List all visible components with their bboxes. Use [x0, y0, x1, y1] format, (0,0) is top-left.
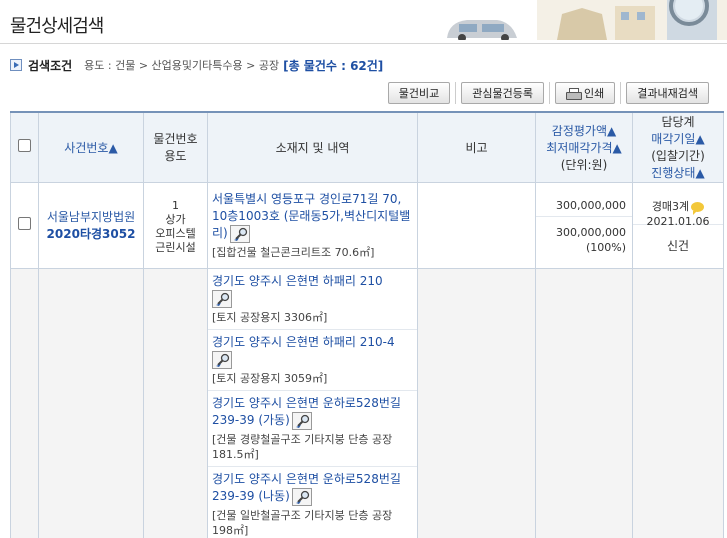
- criteria-label: 검색조건: [28, 58, 73, 73]
- header-select-all: [10, 111, 39, 183]
- address-detail: [건물 일반철골구조 기타지붕 단층 공장 198㎡]: [212, 508, 393, 537]
- dept-name: 경매3계: [651, 199, 690, 213]
- location-cell: 경기도 양주시 은현면 하패리 210 [토지 공장용지 3306㎡] 경기도 …: [207, 267, 418, 538]
- map-search-icon[interactable]: [291, 411, 312, 430]
- address-block: 경기도 양주시 은현면 하패리 210 [토지 공장용지 3306㎡]: [208, 269, 417, 330]
- row-select-cell: [10, 181, 39, 269]
- row-checkbox[interactable]: [18, 217, 31, 230]
- map-search-icon[interactable]: [229, 224, 250, 243]
- address-block: 경기도 양주시 은현면 하패리 210-4 [토지 공장용지 3059㎡]: [208, 330, 417, 391]
- use-line: 상가: [165, 212, 186, 226]
- min-price-block: 300,000,000 (100%): [536, 217, 632, 255]
- note-cell: [417, 181, 536, 269]
- address-block: 경기도 양주시 은현면 운하로528번길 239-39 (나동) [건물 일반철…: [208, 467, 417, 538]
- min-price-pct: (100%): [585, 240, 626, 254]
- table-header-row: 사건번호▲ 물건번호 용도 소재지 및 내역 비고 감정평가액▲ 최저매각가격▲…: [10, 111, 724, 183]
- min-price: 300,000,000: [556, 225, 626, 239]
- toolbar: 물건비교 관심물건등록 인쇄 결과내재검색: [387, 82, 709, 104]
- case-number[interactable]: 2020타경3052: [39, 225, 143, 242]
- item-cell: 1 상가 오피스텔 근린시설: [143, 181, 208, 269]
- header-bid-period: (입찰기간): [651, 149, 705, 164]
- header-status: 담당계 매각기일▲ (입찰기간) 진행상태▲: [632, 111, 724, 183]
- page-title: 물건상세검색: [10, 16, 104, 37]
- sort-min-price-link[interactable]: 최저매각가격▲: [536, 139, 632, 156]
- table-row: 경기도 양주시 은현면 하패리 210 [토지 공장용지 3306㎡] 경기도 …: [10, 267, 724, 538]
- map-search-icon[interactable]: [291, 487, 312, 506]
- price-cell: 300,000,000 300,000,000 (100%): [535, 181, 633, 269]
- location-cell: 서울특별시 영등포구 경인로71길 70, 10층1003호 (문래동5가,벽산…: [207, 181, 418, 269]
- toolbar-divider: [549, 82, 551, 104]
- status-cell: 경매3계 2021.01.06 신건: [632, 181, 724, 269]
- address-link[interactable]: 경기도 양주시 은현면 하패리 210: [212, 273, 413, 290]
- address-detail: [건물 경량철골구조 기타지붕 단층 공장 181.5㎡]: [212, 432, 393, 461]
- price-unit: (단위:원): [560, 157, 608, 172]
- header-item-no: 물건번호: [153, 132, 198, 147]
- case-cell: [38, 267, 144, 538]
- address-block: 경기도 양주시 은현면 운하로528번길 239-39 (가동) [건물 경량철…: [208, 391, 417, 467]
- interest-register-button[interactable]: 관심물건등록: [461, 82, 545, 104]
- header-price: 감정평가액▲ 최저매각가격▲ (단위:원): [535, 111, 633, 183]
- select-all-checkbox[interactable]: [18, 139, 31, 153]
- arrow-box-icon: [10, 59, 22, 71]
- toolbar-divider: [455, 82, 457, 104]
- row-select-cell: [10, 267, 39, 538]
- address-link[interactable]: 경기도 양주시 은현면 하패리 210-4: [212, 334, 413, 351]
- header-use: 용도: [164, 149, 187, 164]
- results-table: 사건번호▲ 물건번호 용도 소재지 및 내역 비고 감정평가액▲ 최저매각가격▲…: [10, 111, 724, 538]
- price-cell: [535, 267, 633, 538]
- address-detail: [토지 공장용지 3306㎡]: [212, 310, 328, 324]
- header-dept: 담당계: [661, 115, 695, 130]
- use-line: 오피스텔: [155, 226, 196, 240]
- case-cell[interactable]: 서울남부지방법원 2020타경3052: [38, 181, 144, 269]
- sort-status-link[interactable]: 진행상태▲: [633, 164, 723, 181]
- print-label: 인쇄: [584, 87, 605, 100]
- item-cell: [143, 267, 208, 538]
- sort-date-link[interactable]: 매각기일▲: [633, 130, 723, 147]
- speech-bubble-icon[interactable]: [691, 201, 705, 215]
- table-row: 서울남부지방법원 2020타경3052 1 상가 오피스텔 근린시설 서울특별시…: [10, 181, 724, 269]
- print-button[interactable]: 인쇄: [555, 82, 616, 104]
- page-header: 물건상세검색: [0, 0, 727, 44]
- criteria-total: [총 물건수 : 62건]: [283, 58, 384, 73]
- header-item: 물건번호 용도: [143, 111, 208, 183]
- appraisal-price: 300,000,000: [536, 183, 632, 217]
- sort-appraisal-link[interactable]: 감정평가액▲: [536, 122, 632, 139]
- status-top: 경매3계 2021.01.06: [633, 183, 723, 228]
- address-detail: [집합건물 철근콘크리트조 70.6㎡]: [212, 245, 375, 259]
- header-illustration: [387, 0, 727, 40]
- refine-search-button[interactable]: 결과내재검색: [626, 82, 709, 104]
- search-criteria: 검색조건 용도 : 건물 > 산업용및기타특수용 > 공장 [총 물건수 : 6…: [10, 56, 383, 74]
- map-search-icon[interactable]: [212, 289, 232, 308]
- address-detail: [토지 공장용지 3059㎡]: [212, 371, 328, 385]
- address-block: 서울특별시 영등포구 경인로71길 70, 10층1003호 (문래동5가,벽산…: [208, 183, 417, 264]
- printer-icon: [566, 87, 583, 100]
- compare-button[interactable]: 물건비교: [387, 82, 451, 104]
- note-cell: [417, 267, 536, 538]
- court-name[interactable]: 서울남부지방법원: [39, 208, 143, 225]
- header-note: 비고: [417, 111, 536, 183]
- use-line: 근린시설: [155, 240, 196, 254]
- criteria-path: 용도 : 건물 > 산업용및기타특수용 > 공장: [84, 59, 280, 72]
- header-location: 소재지 및 내역: [207, 111, 418, 183]
- map-search-icon[interactable]: [212, 350, 232, 369]
- item-number: 1: [172, 198, 179, 212]
- header-case[interactable]: 사건번호▲: [38, 111, 144, 183]
- toolbar-divider: [620, 82, 622, 104]
- sort-case-link[interactable]: 사건번호▲: [64, 141, 117, 155]
- status-cell: [632, 267, 724, 538]
- progress-status: 신건: [666, 238, 690, 253]
